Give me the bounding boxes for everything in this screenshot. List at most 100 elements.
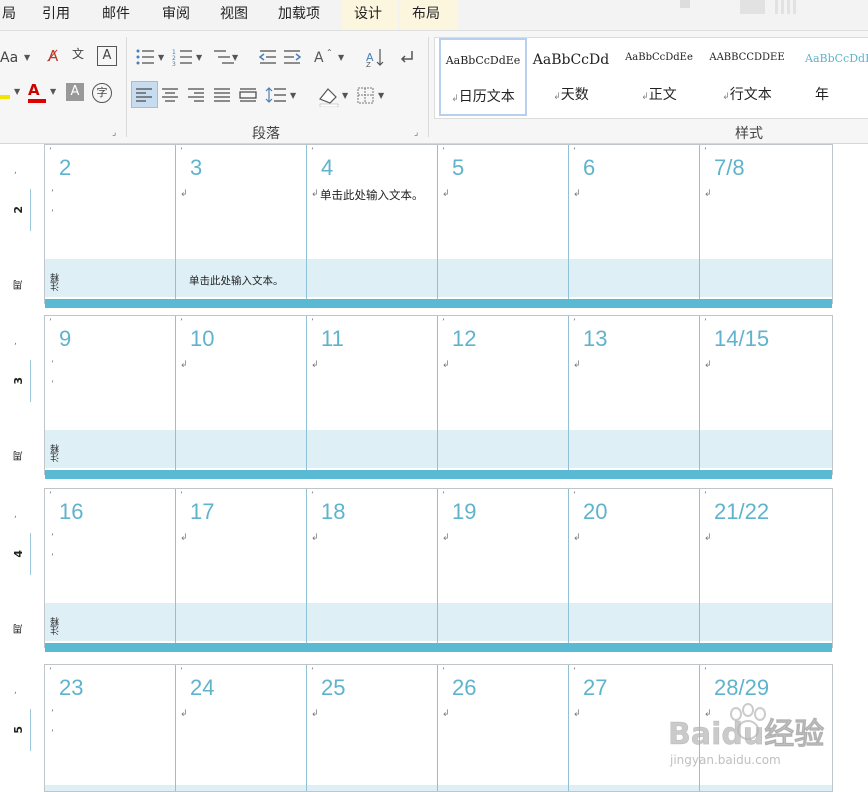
ribbon: Aa ▼ A̸ 文 A ▼ A ▼ A 字 ▼ 123 ▼ ▼ A⌃ ▼ AZ: [0, 31, 868, 144]
chevron-down-icon[interactable]: ▼: [14, 87, 20, 96]
paragraph-row1-icons: ▼ 123 ▼ ▼ A ⌃ ▼ AZ: [136, 48, 413, 67]
cell-mark: ʼ: [180, 318, 183, 328]
day-cell[interactable]: ʼ9ʼʼ: [45, 316, 176, 470]
day-cell[interactable]: ʼ 7/8 ↲: [700, 145, 831, 299]
group-divider: [126, 37, 127, 137]
phonetic-guide-icon[interactable]: 文: [72, 45, 84, 63]
style-sample: AaBbCcDd: [532, 52, 610, 68]
char-border-icon[interactable]: A: [97, 46, 117, 66]
style-row-text[interactable]: AABBCCDDEE ↲行文本: [703, 38, 791, 116]
cell-mark: ʼ: [51, 209, 54, 219]
week-number-label: 4: [12, 550, 25, 558]
tab-mailings[interactable]: 邮件: [90, 0, 142, 30]
cell-mark: ʼ: [51, 380, 54, 390]
day-number: 16: [59, 499, 84, 524]
day-number: 21/22: [714, 499, 770, 524]
cell-mark: ↲: [704, 189, 712, 199]
cell-mark: ʼ: [311, 667, 314, 677]
clear-format-icon[interactable]: A̸: [48, 47, 58, 65]
style-calendar-text[interactable]: AaBbCcDdEe ↲日历文本: [439, 38, 527, 116]
day-cell[interactable]: ʼ 10 ↲: [176, 316, 307, 470]
cell-mark: ʼ: [49, 318, 52, 328]
tab-references[interactable]: 引用: [30, 0, 82, 30]
style-name: ↲行文本: [722, 87, 772, 103]
day-cell[interactable]: ʼ 12 ↲: [438, 316, 569, 470]
cell-mark: ʼ: [180, 491, 183, 501]
cell-mark: ↲: [573, 709, 581, 719]
day-number: 6: [583, 155, 596, 180]
day-cell[interactable]: ʼ 6 ↲: [569, 145, 700, 299]
style-sample: AaBbCcDdEe: [445, 54, 521, 67]
day-cell[interactable]: ʼ 26 ↲: [438, 665, 569, 791]
cell-mark: ʼ: [573, 318, 576, 328]
day-cell[interactable]: ʼ2ʼʼ: [45, 145, 176, 299]
cell-mark: ↲: [311, 189, 319, 199]
paragraph-group-label: 段落: [252, 126, 280, 142]
svg-text:▼: ▼: [290, 91, 297, 100]
week-block: 注释 ʼ 16 ʼ ʼ ʼ 17 ↲ ʼ 18 ↲ ʼ 19 ↲ ʼ 20 ↲ ʼ 21/22 ↲: [44, 488, 833, 652]
cell-mark: ʼ: [180, 147, 183, 157]
day-cell[interactable]: ʼ 16 ʼ ʼ: [45, 489, 176, 643]
paragraph-mark: ,: [14, 166, 17, 176]
cell-mark: ↲: [704, 533, 712, 543]
chevron-down-icon[interactable]: ▼: [50, 87, 56, 96]
highlight-color-swatch[interactable]: [0, 95, 10, 99]
day-number: 19: [452, 499, 477, 524]
week-word-label: 周: [14, 280, 25, 290]
day-cell[interactable]: ʼ 19 ↲: [438, 489, 569, 643]
week-number-label: 2: [12, 206, 25, 214]
tab-design[interactable]: 设计: [342, 0, 398, 30]
baidu-jingyan-watermark: Baidu经验 jingyan.baidu.com: [668, 703, 824, 767]
style-year[interactable]: AaBbCcDdE 年: [791, 38, 868, 116]
day-cell[interactable]: ʼ 18 ↲: [307, 489, 438, 643]
day-number: 20: [583, 499, 608, 524]
tab-addins[interactable]: 加载项: [266, 0, 332, 30]
day-cell[interactable]: ʼ 4 ↲: [307, 145, 438, 299]
style-days[interactable]: AaBbCcDd ↲天数: [527, 38, 615, 116]
style-normal[interactable]: AaBbCcDdEe ↲正文: [615, 38, 703, 116]
tab-layout-partial[interactable]: 局: [0, 0, 28, 30]
day-cell[interactable]: ʼ 24 ↲: [176, 665, 307, 791]
day-cell[interactable]: ʼ 5 ↲: [438, 145, 569, 299]
cell-mark: ↲: [180, 533, 188, 543]
tab-layout[interactable]: 布局: [400, 0, 458, 30]
day-cell[interactable]: ʼ 14/15 ↲: [700, 316, 831, 470]
change-case-button[interactable]: Aa: [0, 49, 18, 67]
day-number: 10: [190, 326, 215, 351]
day-number: 17: [190, 499, 215, 524]
tab-review[interactable]: 审阅: [150, 0, 202, 30]
style-sample: AaBbCcDdE: [805, 52, 868, 65]
placeholder-text[interactable]: 单击此处输入文本。: [320, 187, 424, 203]
cell-mark: ʼ: [442, 667, 445, 677]
day-cell[interactable]: ʼ 21/22 ↲: [700, 489, 831, 643]
day-number: 28/29: [714, 675, 770, 700]
day-cell[interactable]: ʼ 20 ↲: [569, 489, 700, 643]
svg-text:▼: ▼: [342, 91, 349, 100]
week-word-label: 周: [14, 624, 25, 634]
placeholder-text[interactable]: 单击此处输入文本。: [189, 273, 284, 288]
font-dialog-launcher-icon[interactable]: ⌟: [112, 128, 116, 138]
cell-mark: ʼ: [49, 491, 52, 501]
week-word-label: 周: [14, 451, 25, 461]
svg-text:Z: Z: [366, 61, 371, 67]
day-cell[interactable]: ʼ 11 ↲: [307, 316, 438, 470]
day-cell[interactable]: ʼ 13 ↲: [569, 316, 700, 470]
cell-mark: ʼ: [49, 667, 52, 677]
cell-mark: ↲: [573, 189, 581, 199]
day-cell[interactable]: ʼ 23 ʼ ʼ: [45, 665, 176, 791]
char-shading-icon[interactable]: A: [66, 83, 84, 101]
style-sample: AABBCCDDEE: [709, 52, 785, 63]
paragraph-dialog-launcher-icon[interactable]: ⌟: [414, 128, 418, 138]
svg-text:Baidu经验: Baidu经验: [668, 717, 824, 752]
cell-mark: ʼ: [51, 533, 54, 543]
cell-mark: ʼ: [573, 667, 576, 677]
day-cell[interactable]: ʼ 17 ↲: [176, 489, 307, 643]
font-color-icon[interactable]: A: [28, 81, 40, 99]
day-number: 27: [583, 675, 608, 700]
enclose-char-icon[interactable]: 字: [92, 83, 112, 103]
week-accent-bar: [45, 299, 832, 308]
tab-view[interactable]: 视图: [208, 0, 260, 30]
chevron-down-icon[interactable]: ▼: [24, 53, 30, 62]
cell-mark: ↲: [442, 189, 450, 199]
day-cell[interactable]: ʼ 25 ↲: [307, 665, 438, 791]
